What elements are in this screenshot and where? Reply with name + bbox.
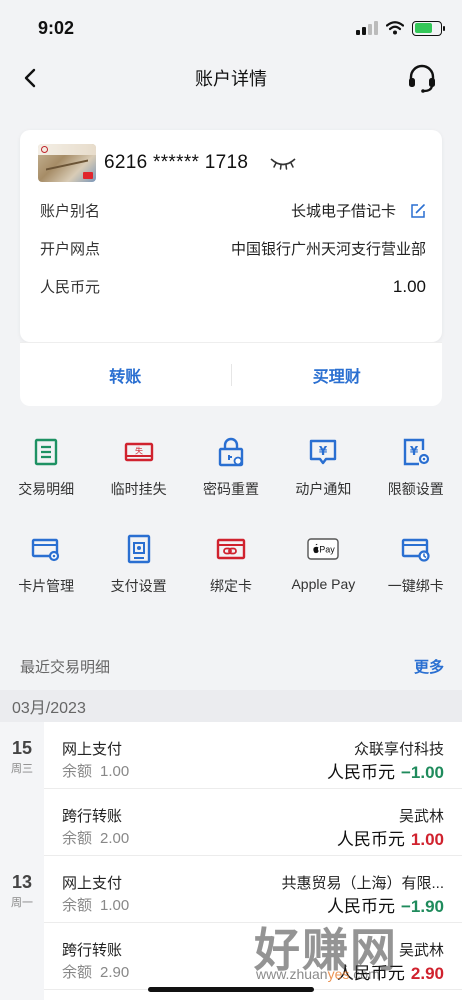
card-header: 6216 ****** 1718 (38, 144, 298, 182)
card-manage-icon (31, 538, 60, 562)
tx-type: 跨行转账 (62, 808, 123, 825)
tx-amount: 人民币元 −1.90 (326, 897, 444, 916)
account-actions: 转账 买理财 (20, 342, 442, 406)
notice-icon: ¥ (310, 439, 337, 465)
back-button[interactable] (14, 62, 46, 94)
tx-balance: 余额 1.00 (62, 763, 130, 780)
currency-label: 人民币元 (40, 279, 101, 296)
func-password-reset[interactable]: 密码重置 (185, 436, 277, 499)
svg-text:¥: ¥ (319, 444, 328, 458)
month-header: 03月/2023 (0, 690, 462, 722)
svg-text:¥: ¥ (410, 444, 419, 458)
alias-label: 账户别名 (40, 203, 101, 220)
buy-wealth-button[interactable]: 买理财 (232, 363, 443, 387)
apple-pay-icon: Pay (307, 538, 340, 560)
func-report-loss[interactable]: 失 临时挂失 (92, 436, 184, 499)
func-apple-pay[interactable]: Pay Apple Pay (277, 533, 369, 596)
lock-reset-icon (218, 437, 244, 467)
card-image (38, 144, 96, 182)
function-grid: 交易明细 失 临时挂失 密码重置 ¥ 动户通知 ¥ 限额设置 卡片管理 支付设置… (0, 436, 462, 596)
func-quick-bind[interactable]: 一键绑卡 (370, 533, 462, 596)
recent-header: 最近交易明细 更多 (20, 656, 444, 677)
status-time: 9:02 (38, 17, 75, 38)
func-account-notice[interactable]: ¥ 动户通知 (277, 436, 369, 499)
func-card-management[interactable]: 卡片管理 (0, 533, 92, 596)
tx-balance: 余额 2.00 (62, 830, 130, 847)
alias-row: 账户别名 长城电子借记卡 (40, 200, 426, 221)
customer-service-icon[interactable] (406, 62, 438, 94)
date-weekday: 周三 (11, 763, 33, 775)
signal-icon (356, 21, 378, 35)
more-link[interactable]: 更多 (414, 656, 444, 677)
battery-icon (412, 20, 445, 36)
date-column: 15 周三 13 周一 (0, 722, 44, 1000)
svg-text:Pay: Pay (320, 545, 336, 555)
branch-label: 开户网点 (40, 241, 101, 258)
date-group: 15 周三 (0, 738, 44, 776)
date-day: 15 (11, 738, 33, 758)
tx-type: 网上支付 (62, 741, 123, 758)
edit-icon[interactable] (410, 203, 426, 219)
transaction-list: 15 周三 13 周一 网上支付 余额 1.00 众联享付科技 人民币元 −1.00… (0, 722, 462, 1000)
quick-bind-icon (401, 538, 430, 562)
balance-value: 1.00 (392, 276, 426, 296)
tx-balance: 余额 2.90 (62, 964, 130, 981)
tx-party: 吴武林 (398, 808, 444, 825)
transaction-row[interactable]: 网上支付 余额 1.00 共惠贸易（上海）有限... 人民币元 −1.90 (44, 856, 462, 923)
transaction-row[interactable]: 跨行转账 余额 2.90 吴武林 人民币元 2.90 (44, 923, 462, 990)
chevron-left-icon (24, 68, 36, 88)
date-group: 13 周一 (0, 872, 44, 910)
bind-card-icon (216, 538, 246, 560)
func-limit-settings[interactable]: ¥ 限额设置 (370, 436, 462, 499)
card-number: 6216 ****** 1718 (104, 152, 249, 173)
branch-row: 开户网点 中国银行广州天河支行营业部 (40, 238, 426, 259)
transaction-row[interactable]: 跨行转账 余额 2.00 吴武林 人民币元 1.00 (44, 789, 462, 856)
page-title: 账户详情 (195, 69, 267, 89)
report-loss-icon: 失 (124, 442, 153, 462)
tx-type: 跨行转账 (62, 942, 123, 959)
nav-bar: 账户详情 (0, 56, 462, 100)
tx-amount: 人民币元 2.90 (336, 964, 444, 983)
func-bind-card[interactable]: 绑定卡 (185, 533, 277, 596)
tx-amount: 人民币元 1.00 (336, 830, 444, 849)
transfer-button[interactable]: 转账 (20, 363, 231, 387)
home-indicator[interactable] (148, 987, 314, 992)
date-day: 13 (11, 872, 33, 892)
limit-settings-icon: ¥ (403, 438, 429, 466)
svg-text:失: 失 (135, 446, 143, 456)
eye-closed-icon[interactable] (268, 154, 298, 172)
wifi-icon (386, 21, 404, 35)
tx-party: 吴武林 (398, 942, 444, 959)
tx-party: 众联享付科技 (353, 741, 444, 758)
tx-amount: 人民币元 −1.00 (326, 763, 444, 782)
branch-value: 中国银行广州天河支行营业部 (230, 241, 426, 258)
status-bar: 9:02 (0, 0, 462, 56)
func-transaction-details[interactable]: 交易明细 (0, 436, 92, 499)
recent-title: 最近交易明细 (20, 659, 111, 676)
status-icons (356, 20, 445, 36)
alias-value: 长城电子借记卡 (290, 203, 396, 220)
account-card: 6216 ****** 1718 账户别名 长城电子借记卡 开户网点 中国银行广… (20, 130, 442, 342)
transaction-row[interactable]: 网上支付 余额 1.00 众联享付科技 人民币元 −1.00 (44, 722, 462, 789)
payment-settings-icon (127, 534, 150, 564)
func-payment-settings[interactable]: 支付设置 (92, 533, 184, 596)
date-weekday: 周一 (11, 897, 33, 909)
balance-row: 人民币元 1.00 (40, 276, 426, 297)
tx-type: 网上支付 (62, 875, 123, 892)
list-icon (34, 438, 58, 466)
tx-party: 共惠贸易（上海）有限... (281, 875, 444, 892)
tx-balance: 余额 1.00 (62, 897, 130, 914)
